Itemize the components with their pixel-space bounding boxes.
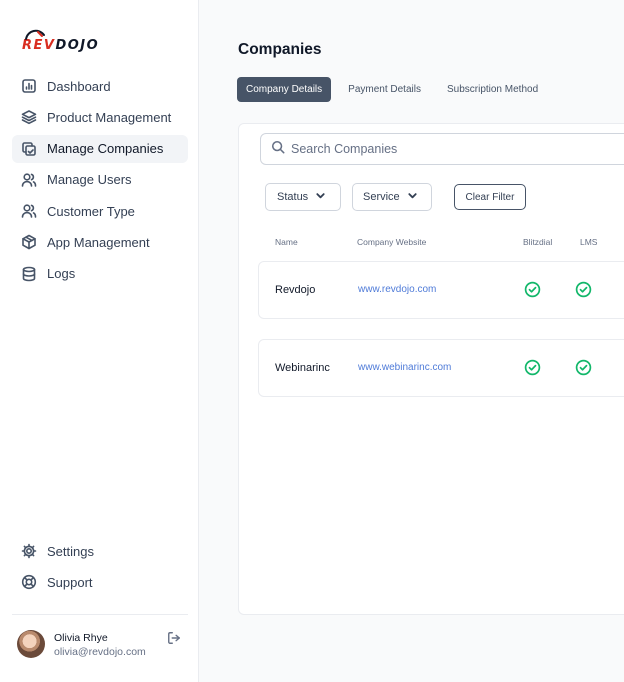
lifebuoy-icon [20,573,38,591]
logout-icon [167,632,181,649]
sidebar-item-label: Support [47,574,93,590]
service-filter-dropdown[interactable]: Service [352,183,432,211]
search-icon [271,140,285,159]
sidebar-item-label: Product Management [47,109,172,125]
tab-subscription-method[interactable]: Subscription Method [438,77,547,102]
sidebar-item-manage-companies[interactable]: Manage Companies [12,134,188,163]
sidebar-item-settings[interactable]: Settings [12,537,188,565]
layers-icon [20,108,38,126]
sidebar-item-manage-users[interactable]: Manage Users [12,166,188,194]
check-circle-icon [575,359,592,376]
sidebar-item-label: Dashboard [47,78,111,94]
column-header-lms: LMS [580,237,598,247]
table-row[interactable]: Revdojo www.revdojo.com [258,261,624,319]
user-name: Olivia Rhye [54,632,108,644]
users-icon [20,171,38,189]
tab-company-details[interactable]: Company Details [237,77,332,102]
sidebar-item-product-management[interactable]: Product Management [12,103,188,131]
sidebar: REVDOJO Dashboard Product Management Man… [0,0,199,682]
logo-text-dojo: DOJO [55,38,100,53]
sidebar-item-logs[interactable]: Logs [12,260,188,288]
tab-bar: Company Details Payment Details Subscrip… [237,77,555,102]
status-filter-label: Status [277,191,309,203]
user-email: olivia@revdojo.com [54,646,146,658]
sidebar-item-label: Logs [47,266,76,282]
column-header-blitzdial: Blitzdial [523,237,553,247]
column-header-website: Company Website [357,237,427,247]
revdojo-logo[interactable]: REVDOJO [22,29,99,53]
sidebar-bottom-nav: Settings Support [12,537,188,600]
sidebar-item-label: Customer Type [47,203,135,219]
chevron-down-icon [400,190,418,204]
sidebar-item-support[interactable]: Support [12,568,188,596]
bar-chart-icon [20,77,38,95]
cube-icon [20,233,38,251]
service-filter-label: Service [363,191,400,203]
sidebar-item-label: Manage Users [47,172,132,188]
tab-payment-details[interactable]: Payment Details [339,77,430,102]
check-circle-icon [575,281,592,298]
avatar[interactable] [17,630,45,658]
clear-filter-button[interactable]: Clear Filter [454,184,526,210]
sidebar-divider [12,614,188,615]
column-header-name: Name [275,237,298,247]
table-row[interactable]: Webinarinc www.webinarinc.com [258,339,624,397]
sidebar-nav: Dashboard Product Management Manage Comp… [12,72,188,291]
user-profile: Olivia Rhye olivia@revdojo.com [17,630,187,662]
company-website-link[interactable]: www.revdojo.com [358,284,436,295]
sidebar-item-label: Manage Companies [47,141,164,157]
sidebar-item-app-management[interactable]: App Management [12,228,188,256]
company-name: Revdojo [275,284,316,296]
company-website-link[interactable]: www.webinarinc.com [358,362,451,373]
page-title: Companies [238,41,322,58]
users-icon [20,202,38,220]
sidebar-item-label: Settings [47,543,94,559]
check-circle-icon [524,281,541,298]
check-circle-icon [524,359,541,376]
sidebar-item-label: App Management [47,234,150,250]
company-name: Webinarinc [275,362,330,374]
search-box [260,133,624,165]
sidebar-item-dashboard[interactable]: Dashboard [12,72,188,100]
search-input[interactable] [291,142,591,156]
copy-icon [20,140,38,158]
gear-icon [20,542,38,560]
database-icon [20,265,38,283]
chevron-down-icon [308,190,326,204]
speedometer-arc-icon [25,29,45,40]
logout-button[interactable] [167,631,183,647]
sidebar-item-customer-type[interactable]: Customer Type [12,197,188,225]
status-filter-dropdown[interactable]: Status [265,183,341,211]
